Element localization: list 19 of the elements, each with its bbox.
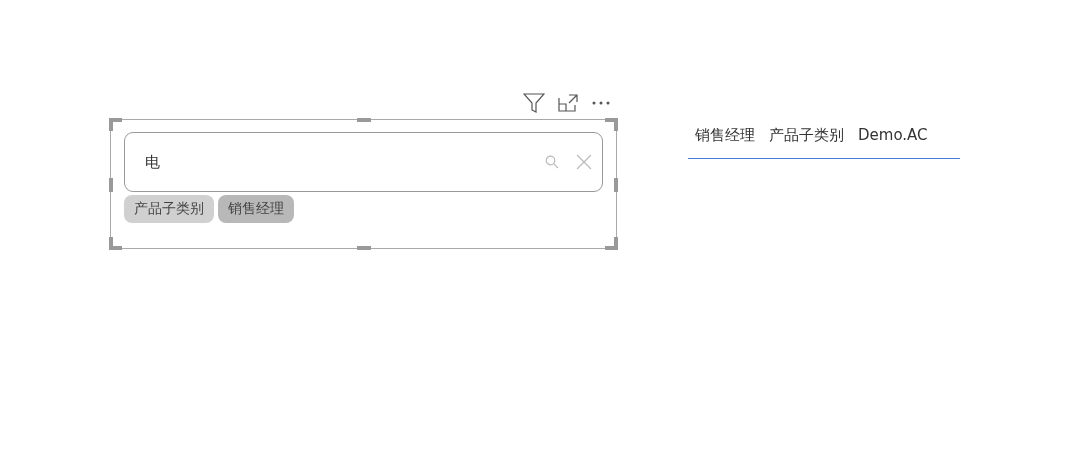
corner-handle[interactable]	[605, 118, 618, 131]
resize-handle[interactable]	[357, 246, 371, 250]
corner-handle[interactable]	[109, 237, 122, 250]
resize-handle[interactable]	[614, 178, 618, 192]
search-icon[interactable]	[545, 155, 559, 169]
more-options-icon[interactable]	[591, 100, 611, 106]
resize-handle[interactable]	[109, 178, 113, 192]
corner-handle[interactable]	[605, 237, 618, 250]
field-chip[interactable]: 产品子类别	[124, 195, 214, 223]
resize-handle[interactable]	[357, 118, 371, 122]
column-header[interactable]: 销售经理	[695, 126, 755, 145]
filter-icon[interactable]	[523, 93, 545, 113]
column-header[interactable]: Demo.AC	[858, 126, 928, 145]
field-chip[interactable]: 销售经理	[218, 195, 294, 223]
search-field[interactable]: 电	[124, 132, 603, 192]
column-header[interactable]: 产品子类别	[769, 126, 844, 145]
close-icon[interactable]	[576, 154, 592, 170]
corner-handle[interactable]	[109, 118, 122, 131]
focus-mode-icon[interactable]	[558, 94, 578, 112]
